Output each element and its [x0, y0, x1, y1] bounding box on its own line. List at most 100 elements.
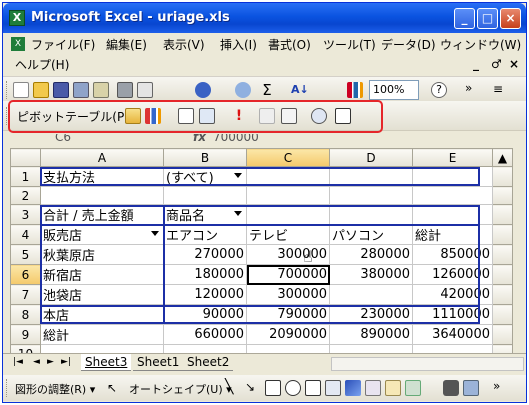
more-icon[interactable]: » [465, 82, 481, 98]
vertical-scrollbar[interactable] [492, 284, 513, 305]
cell[interactable]: 商品名 [163, 204, 247, 225]
more-icon[interactable]: » [493, 380, 509, 396]
cell[interactable]: 790000 [246, 304, 330, 325]
cell[interactable] [246, 186, 330, 205]
sheet-tab-sheet2[interactable]: Sheet2 [183, 354, 234, 371]
cell[interactable]: 秋葉原店 [40, 244, 164, 265]
vertical-scrollbar[interactable] [492, 244, 513, 265]
column-header[interactable]: C [246, 148, 330, 167]
cell[interactable]: 3640000 [412, 324, 493, 345]
cell[interactable]: 本店 [40, 304, 164, 325]
vertical-scrollbar[interactable] [492, 224, 513, 245]
cell[interactable]: 合計 / 売上金額 [40, 204, 164, 225]
undo-icon[interactable] [195, 82, 211, 98]
prev-sheet-button[interactable]: ◄ [33, 357, 40, 367]
horizontal-scrollbar[interactable] [331, 357, 524, 371]
cell[interactable]: 270000 [163, 244, 247, 265]
cell[interactable] [329, 186, 413, 205]
name-box[interactable]: C6 [55, 134, 71, 144]
cell[interactable]: エアコン [163, 224, 247, 245]
cell[interactable] [329, 166, 413, 187]
cell[interactable]: 890000 [329, 324, 413, 345]
doc-restore-button[interactable]: ♂ [491, 57, 502, 71]
autoshape-button[interactable]: オートシェイプ(U) ▾ [129, 381, 232, 397]
select-all-corner[interactable] [10, 148, 41, 167]
close-button[interactable]: × [500, 8, 521, 29]
cell[interactable]: テレビ [246, 224, 330, 245]
menu-insert[interactable]: 挿入(I) [220, 36, 257, 54]
excel-app-icon[interactable]: X [9, 10, 25, 26]
cell[interactable]: 230000 [329, 304, 413, 325]
menu-data[interactable]: データ(D) [381, 36, 436, 54]
vertical-text-box-icon[interactable] [325, 380, 341, 396]
cell[interactable] [246, 166, 330, 187]
fx-icon[interactable]: fx [193, 134, 206, 144]
cell[interactable] [412, 186, 493, 205]
menu-file[interactable]: ファイル(F) [31, 36, 95, 54]
doc-close-button[interactable]: × [509, 57, 519, 71]
row-header[interactable]: 7 [10, 284, 41, 305]
first-sheet-button[interactable]: |◄ [13, 357, 23, 367]
insert-picture-icon[interactable] [405, 380, 421, 396]
title-bar[interactable]: X Microsoft Excel - uriage.xls _ □ × [3, 3, 526, 33]
cell[interactable]: 1260000 [412, 264, 493, 285]
adjust-shapes-button[interactable]: 図形の調整(R) ▾ [15, 381, 95, 397]
column-header[interactable]: B [163, 148, 247, 167]
new-icon[interactable] [13, 82, 29, 98]
cell[interactable]: 2090000 [246, 324, 330, 345]
diagram-icon[interactable] [365, 380, 381, 396]
vertical-scrollbar[interactable] [492, 204, 513, 225]
cell[interactable]: パソコン [329, 224, 413, 245]
permission-icon[interactable] [73, 82, 89, 98]
cell[interactable]: 850000 [412, 244, 493, 265]
cell[interactable] [329, 284, 413, 305]
vertical-scrollbar[interactable] [492, 264, 513, 285]
vertical-scrollbar[interactable]: ▲ [492, 148, 513, 167]
sheet-tab-sheet3[interactable]: Sheet3 [81, 354, 132, 371]
cell[interactable]: 380000 [329, 264, 413, 285]
vertical-scrollbar[interactable] [492, 186, 513, 205]
menu-edit[interactable]: 編集(E) [106, 36, 147, 54]
cell[interactable]: 420000 [412, 284, 493, 305]
dropdown-arrow-icon[interactable] [232, 206, 244, 220]
sort-ascending-icon[interactable]: A↓ [291, 82, 309, 98]
cell[interactable] [412, 166, 493, 187]
column-header[interactable]: D [329, 148, 413, 167]
row-header[interactable]: 1 [10, 166, 41, 187]
cell[interactable]: 90000 [163, 304, 247, 325]
row-header[interactable]: 5 [10, 244, 41, 265]
cell[interactable]: (すべて) [163, 166, 247, 187]
rectangle-icon[interactable] [265, 380, 281, 396]
active-cell[interactable]: 700000 [246, 264, 330, 285]
cell[interactable]: 660000 [163, 324, 247, 345]
cell[interactable]: 総計 [412, 224, 493, 245]
select-pointer-icon[interactable]: ↖ [107, 380, 123, 396]
help-icon[interactable]: ? [431, 82, 447, 98]
cell[interactable]: 300000 [246, 284, 330, 305]
clip-art-icon[interactable] [385, 380, 401, 396]
ellipse-icon[interactable] [285, 380, 301, 396]
row-header[interactable]: 8 [10, 304, 41, 325]
row-header[interactable]: 9 [10, 324, 41, 345]
last-sheet-button[interactable]: ►| [61, 357, 71, 367]
cell[interactable] [40, 186, 164, 205]
menu-format[interactable]: 書式(O) [268, 36, 311, 54]
row-header[interactable]: 2 [10, 186, 41, 205]
3d-icon[interactable] [463, 380, 479, 396]
cell[interactable]: 池袋店 [40, 284, 164, 305]
cell[interactable]: 280000 [329, 244, 413, 265]
print-icon[interactable] [117, 82, 133, 98]
shadow-icon[interactable] [443, 380, 459, 396]
save-icon[interactable] [53, 82, 69, 98]
maximize-button[interactable]: □ [477, 8, 498, 29]
dropdown-arrow-icon[interactable] [149, 226, 161, 240]
dropdown-arrow-icon[interactable] [232, 168, 244, 182]
autosum-icon[interactable]: Σ [259, 82, 275, 98]
row-header[interactable]: 6 [10, 264, 41, 285]
cell[interactable]: 180000 [163, 264, 247, 285]
cell[interactable]: 新宿店 [40, 264, 164, 285]
toolbar-grip[interactable] [6, 81, 9, 99]
text-box-icon[interactable] [305, 380, 321, 396]
cell[interactable] [246, 204, 330, 225]
sheet-tab-sheet1[interactable]: Sheet1 [133, 354, 184, 371]
